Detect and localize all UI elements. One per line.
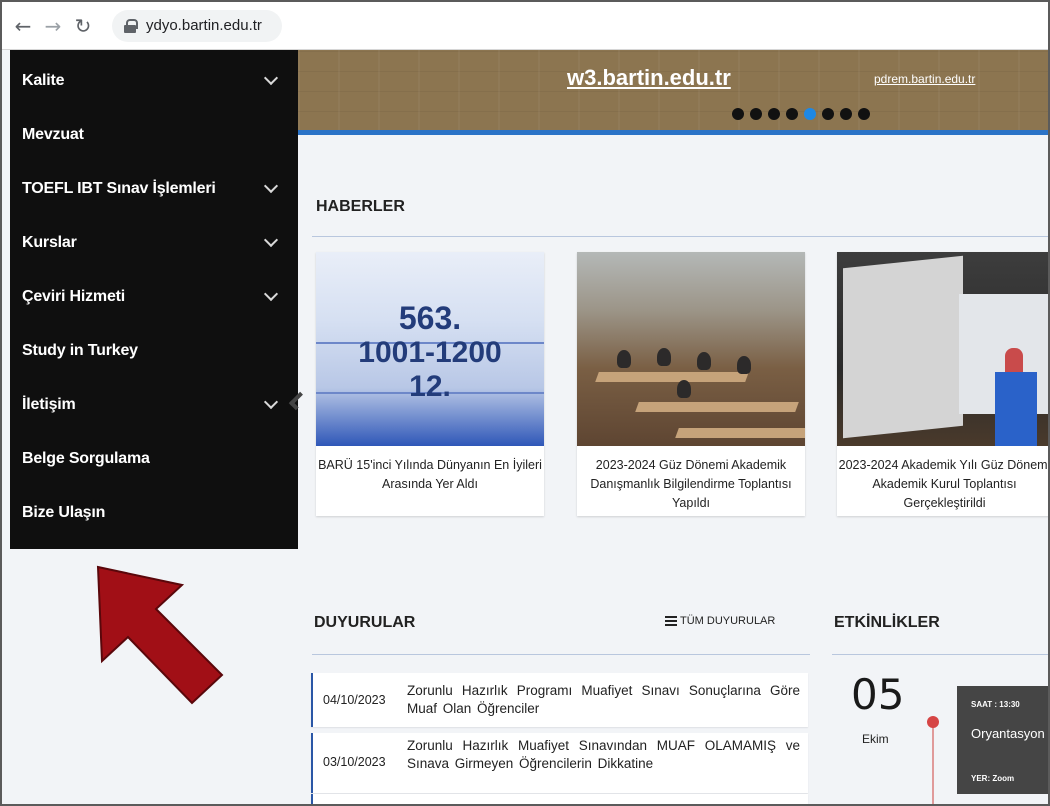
event-time: SAAT : 13:30 bbox=[971, 700, 1020, 709]
banner-underline bbox=[298, 130, 1048, 135]
announcement-item[interactable] bbox=[311, 794, 808, 804]
all-announcements-link[interactable]: TÜM DUYURULAR bbox=[665, 615, 775, 627]
event-place: YER: Zoom bbox=[971, 774, 1015, 783]
events-title: ETKİNLİKLER bbox=[834, 614, 940, 631]
image-desk bbox=[675, 428, 805, 438]
announcement-item[interactable]: 03/10/2023 Zorunlu Hazırlık Muafiyet Sın… bbox=[311, 733, 808, 793]
timeline-dot bbox=[927, 716, 939, 728]
news-card-2[interactable]: 2023-2024 Güz Dönemi Akademik Danışmanlı… bbox=[577, 252, 805, 516]
sidebar-item-1[interactable]: Kalite bbox=[10, 54, 298, 108]
ranking-line-1: 563. bbox=[398, 300, 462, 336]
all-announcements-label: TÜM DUYURULAR bbox=[680, 615, 776, 627]
slider-dot[interactable] bbox=[768, 108, 780, 120]
timeline-line bbox=[932, 726, 934, 804]
image-screen bbox=[843, 255, 963, 439]
news-image-2 bbox=[577, 252, 805, 446]
sidebar-item-2[interactable]: Mevzuat bbox=[10, 108, 298, 162]
image-desk bbox=[595, 372, 749, 382]
image-person bbox=[657, 348, 671, 366]
image-person bbox=[617, 350, 631, 368]
browser-toolbar: ← → ↻ ydyo.bartin.edu.tr bbox=[2, 2, 1048, 50]
chevron-down-icon[interactable] bbox=[263, 286, 279, 302]
back-icon[interactable]: ← bbox=[8, 11, 38, 41]
ranking-line-3: 12. bbox=[409, 370, 451, 403]
chevron-down-icon[interactable] bbox=[263, 232, 279, 248]
image-person bbox=[677, 380, 691, 398]
sidebar-item-label: Mevzuat bbox=[22, 126, 84, 143]
event-day: 05 bbox=[851, 670, 905, 719]
sidebar-item-label: Bize Ulaşın bbox=[22, 504, 106, 521]
announcements-title: DUYURULAR bbox=[314, 614, 416, 631]
address-bar[interactable]: ydyo.bartin.edu.tr bbox=[112, 9, 282, 42]
news-caption-1: BARÜ 15'inci Yılında Dünyanın En İyileri… bbox=[318, 458, 542, 491]
sidebar-item-4[interactable]: Kurslar bbox=[10, 216, 298, 270]
sidebar-item-5[interactable]: Çeviri Hizmeti bbox=[10, 270, 298, 324]
news-caption-2: 2023-2024 Güz Dönemi Akademik Danışmanlı… bbox=[590, 458, 792, 510]
top-banner bbox=[298, 50, 1048, 132]
sidebar-item-8[interactable]: Belge Sorgulama bbox=[10, 432, 298, 486]
sidebar-item-7[interactable]: İletişim bbox=[10, 378, 298, 432]
sidebar-menu: Kalite Mevzuat TOEFL IBT Sınav İşlemleri Ku… bbox=[10, 50, 298, 549]
announcement-text: Zorunlu Hazırlık Programı Muafiyet Sınav… bbox=[407, 683, 800, 716]
chevron-down-icon[interactable] bbox=[263, 394, 279, 410]
announcement-date: 04/10/2023 bbox=[323, 693, 386, 707]
slider-dot[interactable] bbox=[732, 108, 744, 120]
chevron-down-icon[interactable] bbox=[263, 70, 279, 86]
slider-dot[interactable] bbox=[750, 108, 762, 120]
announcement-item[interactable]: 04/10/2023 Zorunlu Hazırlık Programı Mua… bbox=[311, 673, 808, 727]
event-month: Ekim bbox=[862, 732, 889, 746]
slider-dot[interactable] bbox=[804, 108, 816, 120]
sidebar-item-label: Kalite bbox=[22, 72, 65, 89]
ranking-line-2: 1001-1200 bbox=[358, 336, 502, 369]
sidebar-item-label: Study in Turkey bbox=[22, 342, 138, 359]
news-card-1[interactable]: 563. 1001-1200 12. BARÜ 15'inci Yılında … bbox=[316, 252, 544, 516]
sidebar-item-label: İletişim bbox=[22, 396, 76, 413]
list-icon bbox=[665, 616, 677, 626]
chevron-down-icon[interactable] bbox=[263, 178, 279, 194]
sidebar-item-label: Belge Sorgulama bbox=[22, 450, 150, 467]
sidebar-item-9[interactable]: Bize Ulaşın bbox=[10, 486, 298, 540]
slider-dot[interactable] bbox=[786, 108, 798, 120]
event-card[interactable]: SAAT : 13:30 Oryantasyon YER: Zoom bbox=[957, 686, 1048, 794]
sidebar-item-6[interactable]: Study in Turkey bbox=[10, 324, 298, 378]
slider-dot[interactable] bbox=[858, 108, 870, 120]
annotation-arrow-icon bbox=[96, 565, 224, 705]
image-person bbox=[737, 356, 751, 374]
events-divider bbox=[832, 654, 1048, 655]
forward-icon[interactable]: → bbox=[38, 11, 68, 41]
banner-link-pdrem[interactable]: pdrem.bartin.edu.tr bbox=[874, 72, 975, 86]
sidebar-item-label: Çeviri Hizmeti bbox=[22, 288, 126, 305]
sidebar-item-3[interactable]: TOEFL IBT Sınav İşlemleri bbox=[10, 162, 298, 216]
image-person bbox=[697, 352, 711, 370]
image-desk bbox=[635, 402, 799, 412]
news-image-1: 563. 1001-1200 12. bbox=[316, 252, 544, 446]
banner-link-w3[interactable]: w3.bartin.edu.tr bbox=[567, 65, 731, 91]
image-podium bbox=[995, 372, 1037, 446]
news-caption-3: 2023-2024 Akademik Yılı Güz Dönemi Akade… bbox=[838, 458, 1050, 510]
slider-dots bbox=[732, 108, 870, 120]
sidebar-item-label: TOEFL IBT Sınav İşlemleri bbox=[22, 180, 216, 197]
news-image-3 bbox=[837, 252, 1048, 446]
news-divider bbox=[312, 236, 1048, 237]
lock-icon bbox=[124, 18, 138, 33]
reload-icon[interactable]: ↻ bbox=[68, 11, 98, 41]
announcement-date: 03/10/2023 bbox=[323, 755, 386, 769]
news-card-3[interactable]: 2023-2024 Akademik Yılı Güz Dönemi Akade… bbox=[837, 252, 1050, 516]
slider-dot[interactable] bbox=[822, 108, 834, 120]
screenshot-frame: ← → ↻ ydyo.bartin.edu.tr w3.bartin.edu.t… bbox=[0, 0, 1050, 806]
sidebar-collapse-icon[interactable] bbox=[287, 386, 303, 416]
sidebar-item-label: Kurslar bbox=[22, 234, 77, 251]
announcement-text: Zorunlu Hazırlık Muafiyet Sınavından MUA… bbox=[407, 738, 800, 771]
url-text: ydyo.bartin.edu.tr bbox=[146, 17, 262, 34]
event-title: Oryantasyon bbox=[971, 726, 1045, 741]
slider-dot[interactable] bbox=[840, 108, 852, 120]
news-section-title: HABERLER bbox=[316, 198, 405, 215]
announcements-divider bbox=[312, 654, 810, 655]
